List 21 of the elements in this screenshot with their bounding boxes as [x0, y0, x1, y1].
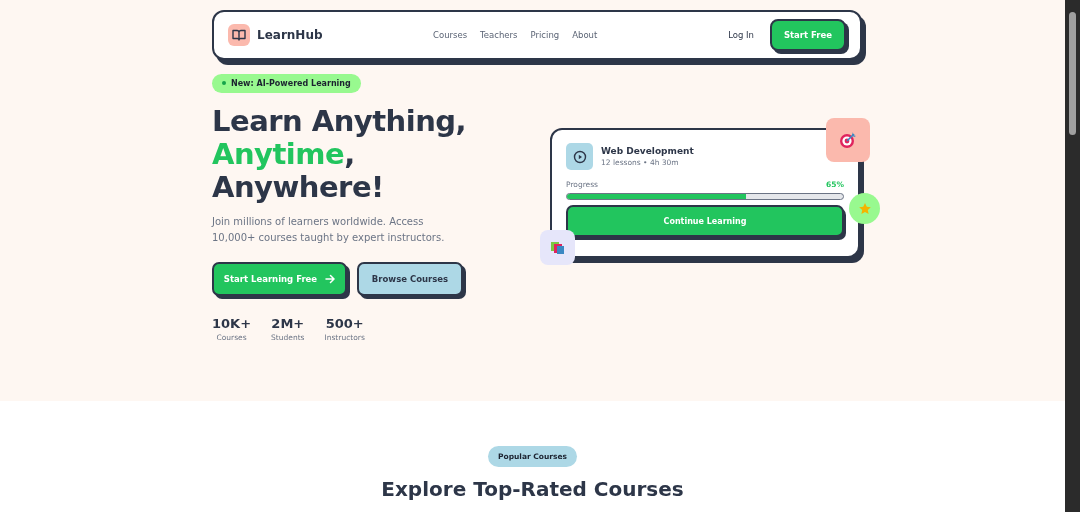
nav-link[interactable]: About	[572, 30, 598, 40]
scrollbar-thumb[interactable]	[1069, 12, 1076, 135]
books-icon	[540, 230, 575, 265]
stat-value: 500+	[325, 315, 364, 331]
play-icon	[566, 143, 593, 170]
browse-courses-button[interactable]: Browse Courses	[357, 261, 463, 296]
stat-value: 10K+	[212, 315, 252, 331]
hero-description: Join millions of learners worldwide. Access 10,000+ courses taught by expert instructors.	[212, 214, 446, 245]
nav-link[interactable]: Pricing	[530, 30, 560, 40]
login-link[interactable]: Log In	[728, 30, 754, 40]
nav-link[interactable]: Teachers	[480, 30, 518, 40]
brand-name[interactable]: LearnHub	[257, 28, 323, 42]
book-icon	[228, 24, 250, 46]
arrow-icon	[325, 273, 336, 284]
stat-value: 2M+	[271, 315, 305, 331]
scrollbar[interactable]	[1065, 0, 1080, 512]
announcement-badge: New: AI-Powered Learning	[212, 73, 361, 93]
section-title: Explore Top-Rated Courses	[381, 477, 684, 501]
nav-link[interactable]: Courses	[433, 30, 468, 40]
hero-heading: Learn Anything, Anytime, Anywhere!	[212, 104, 468, 204]
course-title: Web Development	[601, 146, 694, 156]
